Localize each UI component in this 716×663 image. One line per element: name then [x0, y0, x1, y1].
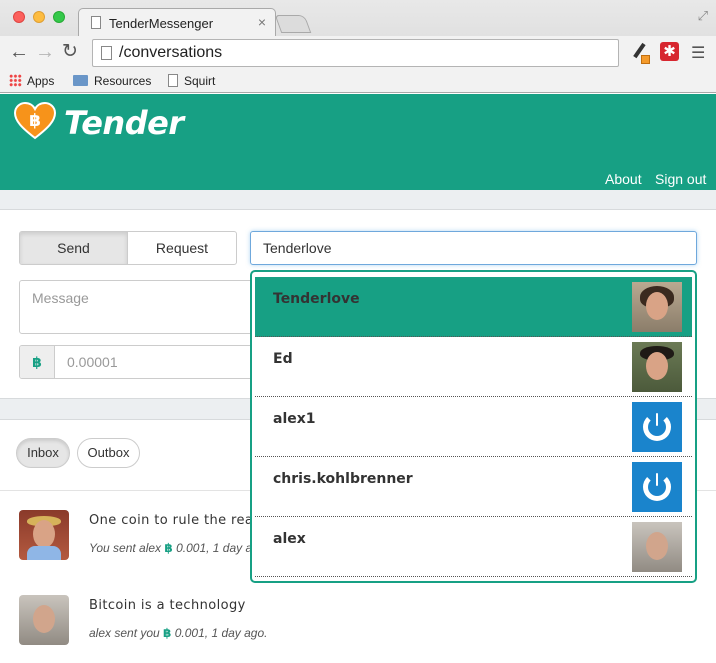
svg-text:฿: ฿: [29, 111, 41, 131]
url-text[interactable]: /conversations: [119, 44, 222, 62]
suggestion-item[interactable]: Tenderlove: [255, 277, 692, 337]
new-tab-button[interactable]: [274, 15, 312, 33]
recipient-input[interactable]: Tenderlove: [250, 231, 697, 265]
avatar: [632, 282, 682, 332]
suggestion-item[interactable]: alex1: [255, 397, 692, 457]
bitcoin-heart-logo-icon[interactable]: ฿: [14, 102, 56, 140]
forward-icon[interactable]: →: [35, 40, 55, 64]
bitcoin-icon: ฿: [163, 626, 172, 640]
mode-toggle: Send Request: [19, 231, 237, 265]
bookmark-label: Squirt: [184, 74, 216, 88]
fullscreen-icon[interactable]: ⤢: [698, 8, 708, 24]
eyedropper-extension-icon[interactable]: [632, 42, 650, 64]
power-icon: [632, 402, 682, 452]
message-textarea[interactable]: Message: [19, 280, 259, 334]
conversation-meta: alex sent you ฿ 0.001, 1 day ago.: [89, 626, 268, 640]
page-icon: [168, 74, 178, 87]
amount-input[interactable]: 0.00001: [67, 346, 118, 378]
avatar: [632, 522, 682, 572]
minimize-window-button[interactable]: [33, 11, 45, 23]
asterisk-extension-icon[interactable]: ✱: [660, 42, 679, 61]
address-bar[interactable]: /conversations: [92, 39, 619, 67]
send-mode-button[interactable]: Send: [20, 232, 128, 264]
bookmark-resources[interactable]: Resources: [73, 73, 151, 89]
sign-out-link[interactable]: Sign out: [655, 171, 706, 187]
suggestion-name: alex1: [273, 411, 316, 427]
amount-field: ฿ 0.00001: [19, 345, 259, 379]
reload-icon[interactable]: ↻: [62, 40, 78, 64]
bitcoin-icon: ฿: [20, 346, 55, 378]
avatar: [632, 342, 682, 392]
suggestion-item[interactable]: chris.kohlbrenner: [255, 457, 692, 517]
bookmarks-bar: Apps Resources Squirt: [0, 70, 716, 92]
conversation-message: One coin to rule the rea: [89, 513, 254, 528]
outbox-button[interactable]: Outbox: [77, 438, 140, 468]
conversation-item[interactable]: Bitcoin is a technology alex sent you ฿ …: [0, 585, 716, 655]
browser-tab[interactable]: TenderMessenger ×: [78, 8, 276, 36]
app-header: ฿ Tender About Sign out: [0, 94, 716, 190]
tab-title: TenderMessenger: [109, 16, 214, 31]
browser-chrome: TenderMessenger × ⤢ ← → ↻ /conversations…: [0, 0, 716, 93]
conversation-message: Bitcoin is a technology: [89, 598, 246, 613]
browser-toolbar: ← → ↻ /conversations ✱ ☰: [0, 36, 716, 70]
apps-grid-icon: [9, 74, 22, 87]
bitcoin-icon: ฿: [164, 541, 173, 555]
about-link[interactable]: About: [605, 171, 642, 187]
close-window-button[interactable]: [13, 11, 25, 23]
bookmark-label: Apps: [27, 74, 55, 88]
suggestion-item[interactable]: alex: [255, 517, 692, 577]
brand-name[interactable]: Tender: [64, 104, 184, 142]
power-icon: [632, 462, 682, 512]
suggestion-name: chris.kohlbrenner: [273, 471, 413, 487]
suggestion-name: Tenderlove: [273, 291, 360, 307]
conversation-meta: You sent alex ฿ 0.001, 1 day a: [89, 541, 253, 555]
bookmark-apps[interactable]: Apps: [9, 73, 54, 89]
folder-icon: [73, 75, 88, 86]
close-icon[interactable]: ×: [258, 14, 266, 30]
tab-strip: TenderMessenger × ⤢: [0, 0, 716, 36]
bookmark-label: Resources: [94, 74, 152, 88]
suggestion-name: alex: [273, 531, 306, 547]
avatar: [19, 510, 69, 560]
back-icon[interactable]: ←: [9, 40, 29, 64]
bookmark-squirt[interactable]: Squirt: [168, 73, 215, 89]
recipient-suggestions: Tenderlove Ed alex1 chris.kohlbrenner al…: [250, 270, 697, 583]
suggestion-item[interactable]: Ed: [255, 337, 692, 397]
page-icon: [91, 16, 101, 29]
menu-icon[interactable]: ☰: [691, 43, 705, 63]
avatar: [19, 595, 69, 645]
suggestion-name: Ed: [273, 351, 293, 367]
section-divider: [0, 190, 716, 210]
page-icon: [101, 46, 112, 60]
zoom-window-button[interactable]: [53, 11, 65, 23]
inbox-button[interactable]: Inbox: [16, 438, 70, 468]
request-mode-button[interactable]: Request: [128, 232, 236, 264]
